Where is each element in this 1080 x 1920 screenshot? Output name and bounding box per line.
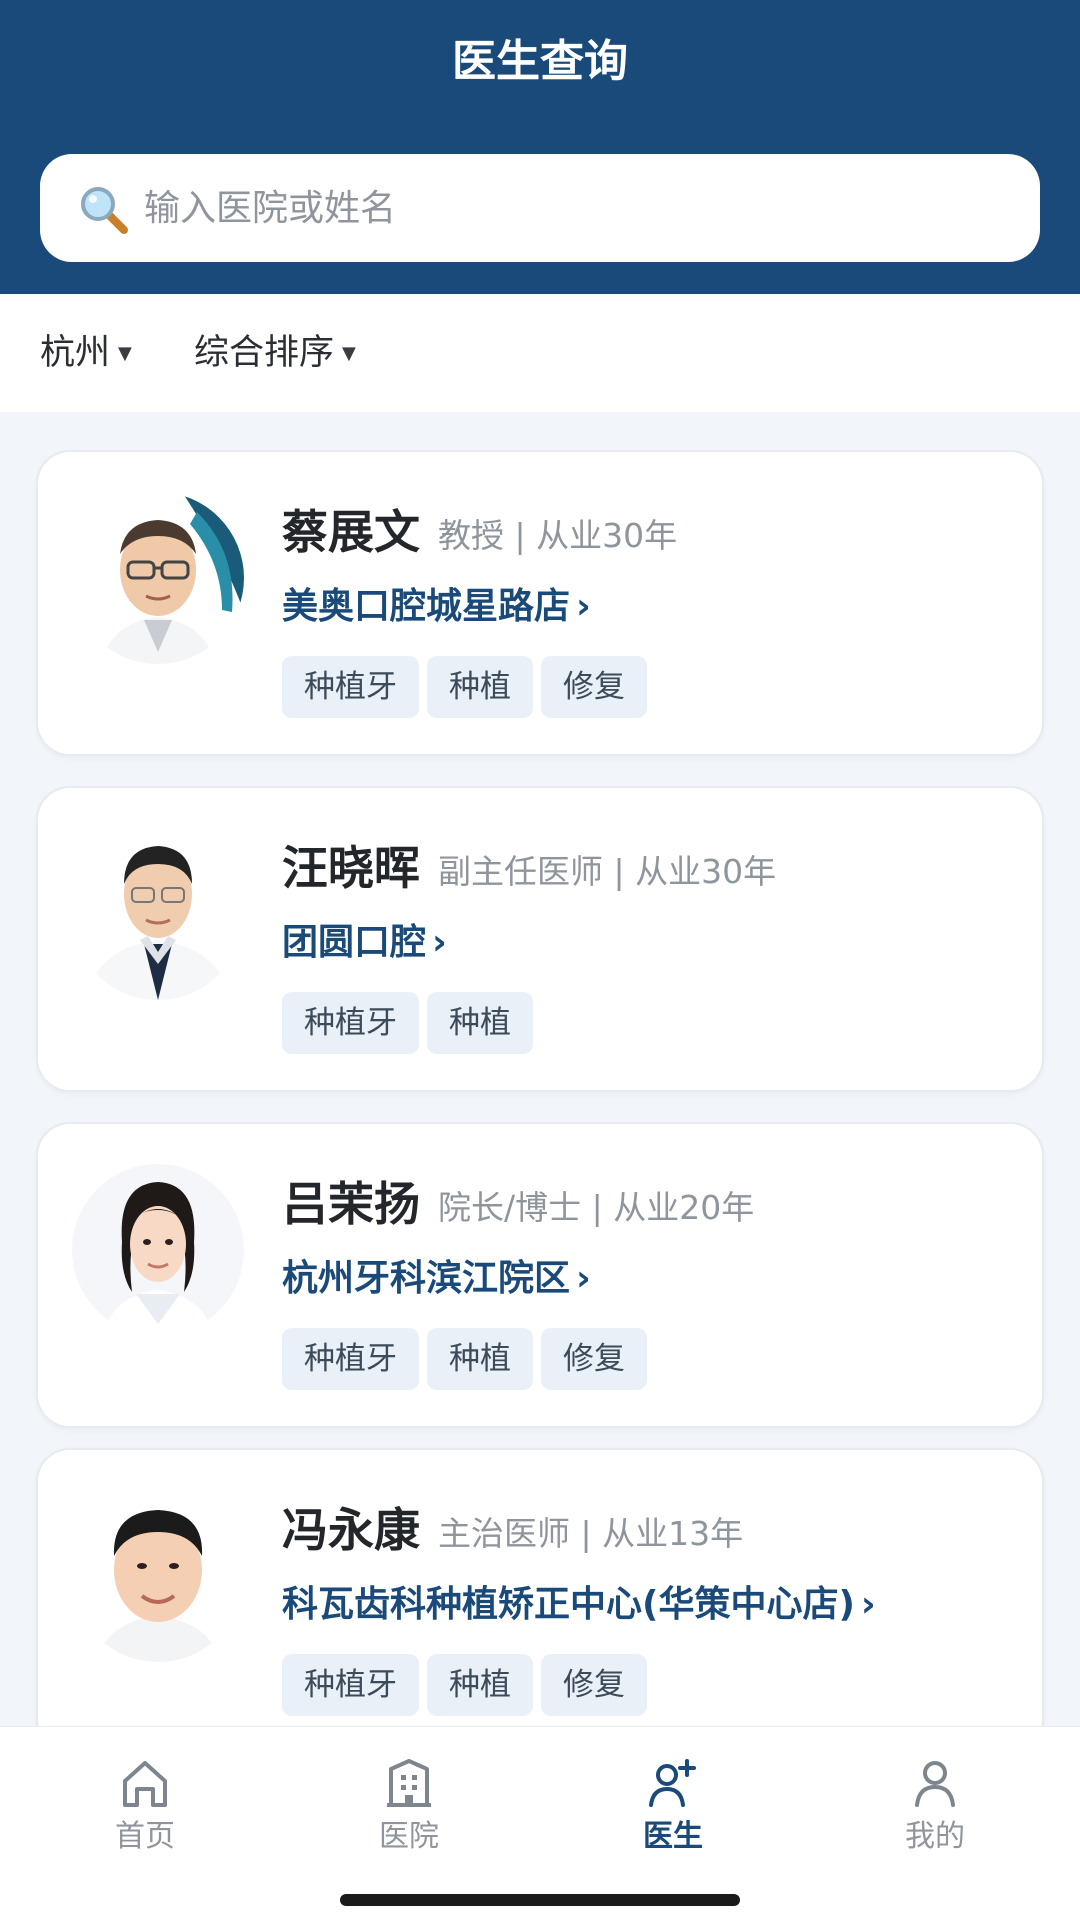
header: 医生查询 — [0, 0, 1080, 294]
specialty-tag: 种植牙 — [282, 1654, 419, 1716]
nav-profile[interactable]: 我的 — [865, 1755, 1005, 1865]
caret-down-icon: ▼ — [342, 343, 356, 364]
hospital-name: 团圆口腔 — [282, 922, 427, 963]
nav-home-label: 首页 — [115, 1819, 175, 1854]
doctor-title: 教授 | 从业30年 — [438, 516, 678, 555]
doctor-add-icon — [649, 1759, 696, 1807]
doctor-name: 汪晓晖 — [282, 841, 420, 895]
nav-doctor[interactable]: 医生 — [603, 1755, 743, 1865]
nav-doctor-label: 医生 — [643, 1819, 703, 1854]
caret-down-icon: ▼ — [118, 343, 132, 364]
chevron-right-icon: › — [860, 1584, 876, 1625]
sort-filter-label: 综合排序 — [194, 333, 335, 373]
home-indicator — [340, 1894, 740, 1906]
doctor-card[interactable]: 吕茉扬 院长/博士 | 从业20年 杭州牙科滨江院区 › 种植牙 种植 修复 — [36, 1122, 1044, 1428]
tag-list: 种植牙 种植 — [282, 992, 541, 1054]
hospital-link[interactable]: 杭州牙科滨江院区 › — [282, 1254, 591, 1304]
hospital-name: 科瓦齿科种植矫正中心(华策中心店) — [282, 1584, 855, 1625]
specialty-tag: 修复 — [541, 1654, 647, 1716]
chevron-right-icon: › — [576, 1258, 591, 1299]
tag-list: 种植牙 种植 修复 — [282, 1328, 655, 1390]
doctor-name: 吕茉扬 — [282, 1177, 420, 1231]
specialty-tag: 种植牙 — [282, 656, 419, 718]
nav-hospital-label: 医院 — [379, 1819, 439, 1854]
city-filter[interactable]: 杭州 ▼ — [40, 330, 132, 376]
nav-profile-label: 我的 — [905, 1819, 965, 1854]
user-icon — [915, 1761, 955, 1807]
hospital-link[interactable]: 团圆口腔 › — [282, 918, 447, 968]
filter-bar: 杭州 ▼ 综合排序 ▼ — [0, 294, 1080, 412]
home-icon — [123, 1761, 167, 1807]
hospital-link[interactable]: 科瓦齿科种植矫正中心(华策中心店) › — [282, 1580, 876, 1630]
hospital-link[interactable]: 美奥口腔城星路店 › — [282, 582, 591, 632]
doctor-name: 蔡展文 — [282, 505, 420, 559]
doctor-avatar — [72, 1490, 244, 1662]
nav-hospital[interactable]: 医院 — [339, 1755, 479, 1865]
specialty-tag: 种植 — [427, 656, 533, 718]
hospital-name: 美奥口腔城星路店 — [282, 586, 571, 627]
specialty-tag: 种植 — [427, 1328, 533, 1390]
doctor-name: 冯永康 — [282, 1503, 420, 1557]
specialty-tag: 种植牙 — [282, 1328, 419, 1390]
doctor-title: 院长/博士 | 从业20年 — [438, 1188, 755, 1227]
specialty-tag: 种植 — [427, 1654, 533, 1716]
specialty-tag: 种植 — [427, 992, 533, 1054]
tag-list: 种植牙 种植 修复 — [282, 656, 655, 718]
search-box[interactable] — [40, 154, 1040, 262]
magnifier-icon — [81, 187, 128, 234]
sort-filter[interactable]: 综合排序 ▼ — [194, 330, 356, 376]
specialty-tag: 种植牙 — [282, 992, 419, 1054]
doctor-avatar — [72, 828, 244, 1000]
doctor-title: 主治医师 | 从业13年 — [438, 1514, 744, 1553]
doctor-card[interactable]: 汪晓晖 副主任医师 | 从业30年 团圆口腔 › 种植牙 种植 — [36, 786, 1044, 1092]
search-input[interactable] — [144, 182, 1004, 234]
hospital-name: 杭州牙科滨江院区 — [282, 1258, 571, 1299]
nav-home[interactable]: 首页 — [75, 1755, 215, 1865]
doctor-title: 副主任医师 | 从业30年 — [438, 852, 777, 891]
specialty-tag: 修复 — [541, 1328, 647, 1390]
chevron-right-icon: › — [576, 586, 591, 627]
page-title: 医生查询 — [452, 36, 628, 87]
hospital-icon — [387, 1759, 431, 1807]
chevron-right-icon: › — [432, 922, 447, 963]
city-filter-label: 杭州 — [40, 333, 111, 373]
doctor-avatar — [72, 492, 244, 664]
tag-list: 种植牙 种植 修复 — [282, 1654, 655, 1716]
bottom-nav: 首页 医院 医生 我的 — [0, 1726, 1080, 1920]
doctor-search-page: 医生查询 杭州 ▼ 综合排序 ▼ — [0, 0, 1080, 1920]
specialty-tag: 修复 — [541, 656, 647, 718]
doctor-card[interactable]: 蔡展文 教授 | 从业30年 美奥口腔城星路店 › 种植牙 种植 修复 — [36, 450, 1044, 756]
doctor-card[interactable]: 冯永康 主治医师 | 从业13年 科瓦齿科种植矫正中心(华策中心店) › 种植牙种… — [36, 1448, 1044, 1754]
doctor-avatar — [72, 1164, 244, 1336]
